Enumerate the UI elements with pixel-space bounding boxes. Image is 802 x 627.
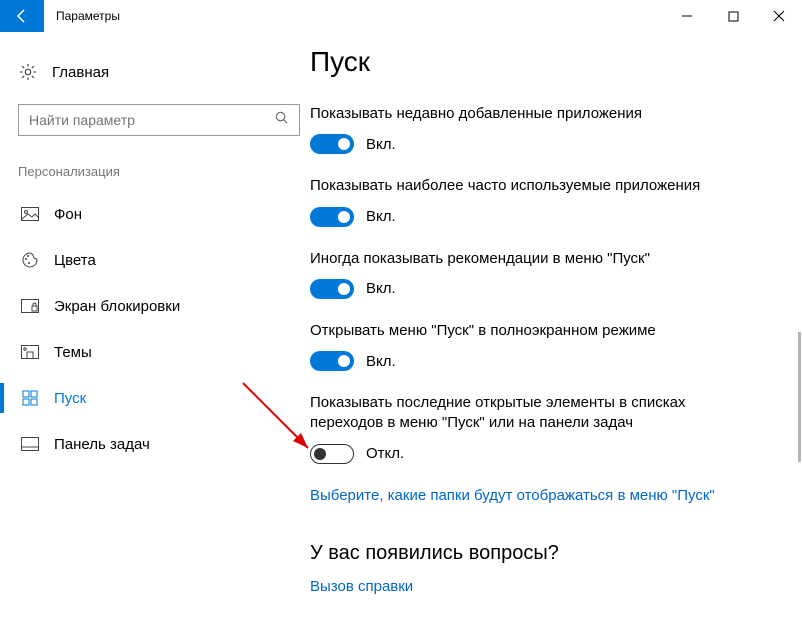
- help-link[interactable]: Вызов справки: [310, 577, 730, 597]
- sidebar-item-lockscreen[interactable]: Экран блокировки: [18, 283, 310, 329]
- window-title: Параметры: [44, 0, 664, 32]
- sidebar-item-label: Темы: [54, 344, 92, 361]
- start-icon: [20, 388, 40, 408]
- help-heading: У вас появились вопросы?: [310, 542, 772, 565]
- sidebar-item-colors[interactable]: Цвета: [18, 237, 310, 283]
- page-title: Пуск: [310, 46, 772, 78]
- search-box[interactable]: [18, 104, 300, 136]
- search-input[interactable]: [29, 112, 274, 128]
- toggle-state-text: Откл.: [366, 445, 404, 462]
- setting-label: Открывать меню "Пуск" в полноэкранном ре…: [310, 321, 730, 341]
- picture-icon: [20, 204, 40, 224]
- window-controls: [664, 0, 802, 32]
- setting-label: Показывать недавно добавленные приложени…: [310, 104, 730, 124]
- toggle-state-text: Вкл.: [366, 353, 396, 370]
- setting-suggestions: Иногда показывать рекомендации в меню "П…: [310, 249, 772, 299]
- toggle-switch[interactable]: [310, 134, 354, 154]
- close-button[interactable]: [756, 0, 802, 32]
- home-label: Главная: [52, 64, 109, 81]
- sidebar-item-label: Фон: [54, 206, 82, 223]
- lockscreen-icon: [20, 296, 40, 316]
- minimize-button[interactable]: [664, 0, 710, 32]
- sidebar-item-background[interactable]: Фон: [18, 191, 310, 237]
- setting-most-used-apps: Показывать наиболее часто используемые п…: [310, 176, 772, 226]
- setting-jumplists: Показывать последние открытые элементы в…: [310, 393, 772, 464]
- taskbar-icon: [20, 434, 40, 454]
- sidebar-item-label: Экран блокировки: [54, 298, 180, 315]
- setting-label: Показывать последние открытые элементы в…: [310, 393, 730, 434]
- sidebar-item-label: Панель задач: [54, 436, 150, 453]
- home-button[interactable]: Главная: [18, 54, 310, 90]
- choose-folders-link[interactable]: Выберите, какие папки будут отображаться…: [310, 486, 730, 506]
- themes-icon: [20, 342, 40, 362]
- setting-fullscreen-start: Открывать меню "Пуск" в полноэкранном ре…: [310, 321, 772, 371]
- back-button[interactable]: [0, 0, 44, 32]
- sidebar-item-taskbar[interactable]: Панель задач: [18, 421, 310, 467]
- sidebar-item-label: Пуск: [54, 390, 86, 407]
- maximize-button[interactable]: [710, 0, 756, 32]
- section-label: Персонализация: [18, 164, 310, 179]
- setting-label: Иногда показывать рекомендации в меню "П…: [310, 249, 730, 269]
- sidebar: Главная Персонализация Фон Цвета: [0, 32, 310, 627]
- titlebar: Параметры: [0, 0, 802, 32]
- search-icon: [274, 110, 289, 130]
- toggle-switch[interactable]: [310, 207, 354, 227]
- scrollbar-thumb[interactable]: [798, 332, 801, 462]
- toggle-switch[interactable]: [310, 279, 354, 299]
- toggle-state-text: Вкл.: [366, 280, 396, 297]
- toggle-state-text: Вкл.: [366, 208, 396, 225]
- toggle-switch[interactable]: [310, 444, 354, 464]
- palette-icon: [20, 250, 40, 270]
- sidebar-item-label: Цвета: [54, 252, 96, 269]
- toggle-state-text: Вкл.: [366, 136, 396, 153]
- content-pane: Пуск Показывать недавно добавленные прил…: [310, 32, 802, 627]
- sidebar-item-start[interactable]: Пуск: [18, 375, 310, 421]
- sidebar-nav: Фон Цвета Экран блокировки Темы: [18, 191, 310, 467]
- setting-label: Показывать наиболее часто используемые п…: [310, 176, 730, 196]
- toggle-switch[interactable]: [310, 351, 354, 371]
- gear-icon: [18, 62, 38, 82]
- setting-recent-apps: Показывать недавно добавленные приложени…: [310, 104, 772, 154]
- sidebar-item-themes[interactable]: Темы: [18, 329, 310, 375]
